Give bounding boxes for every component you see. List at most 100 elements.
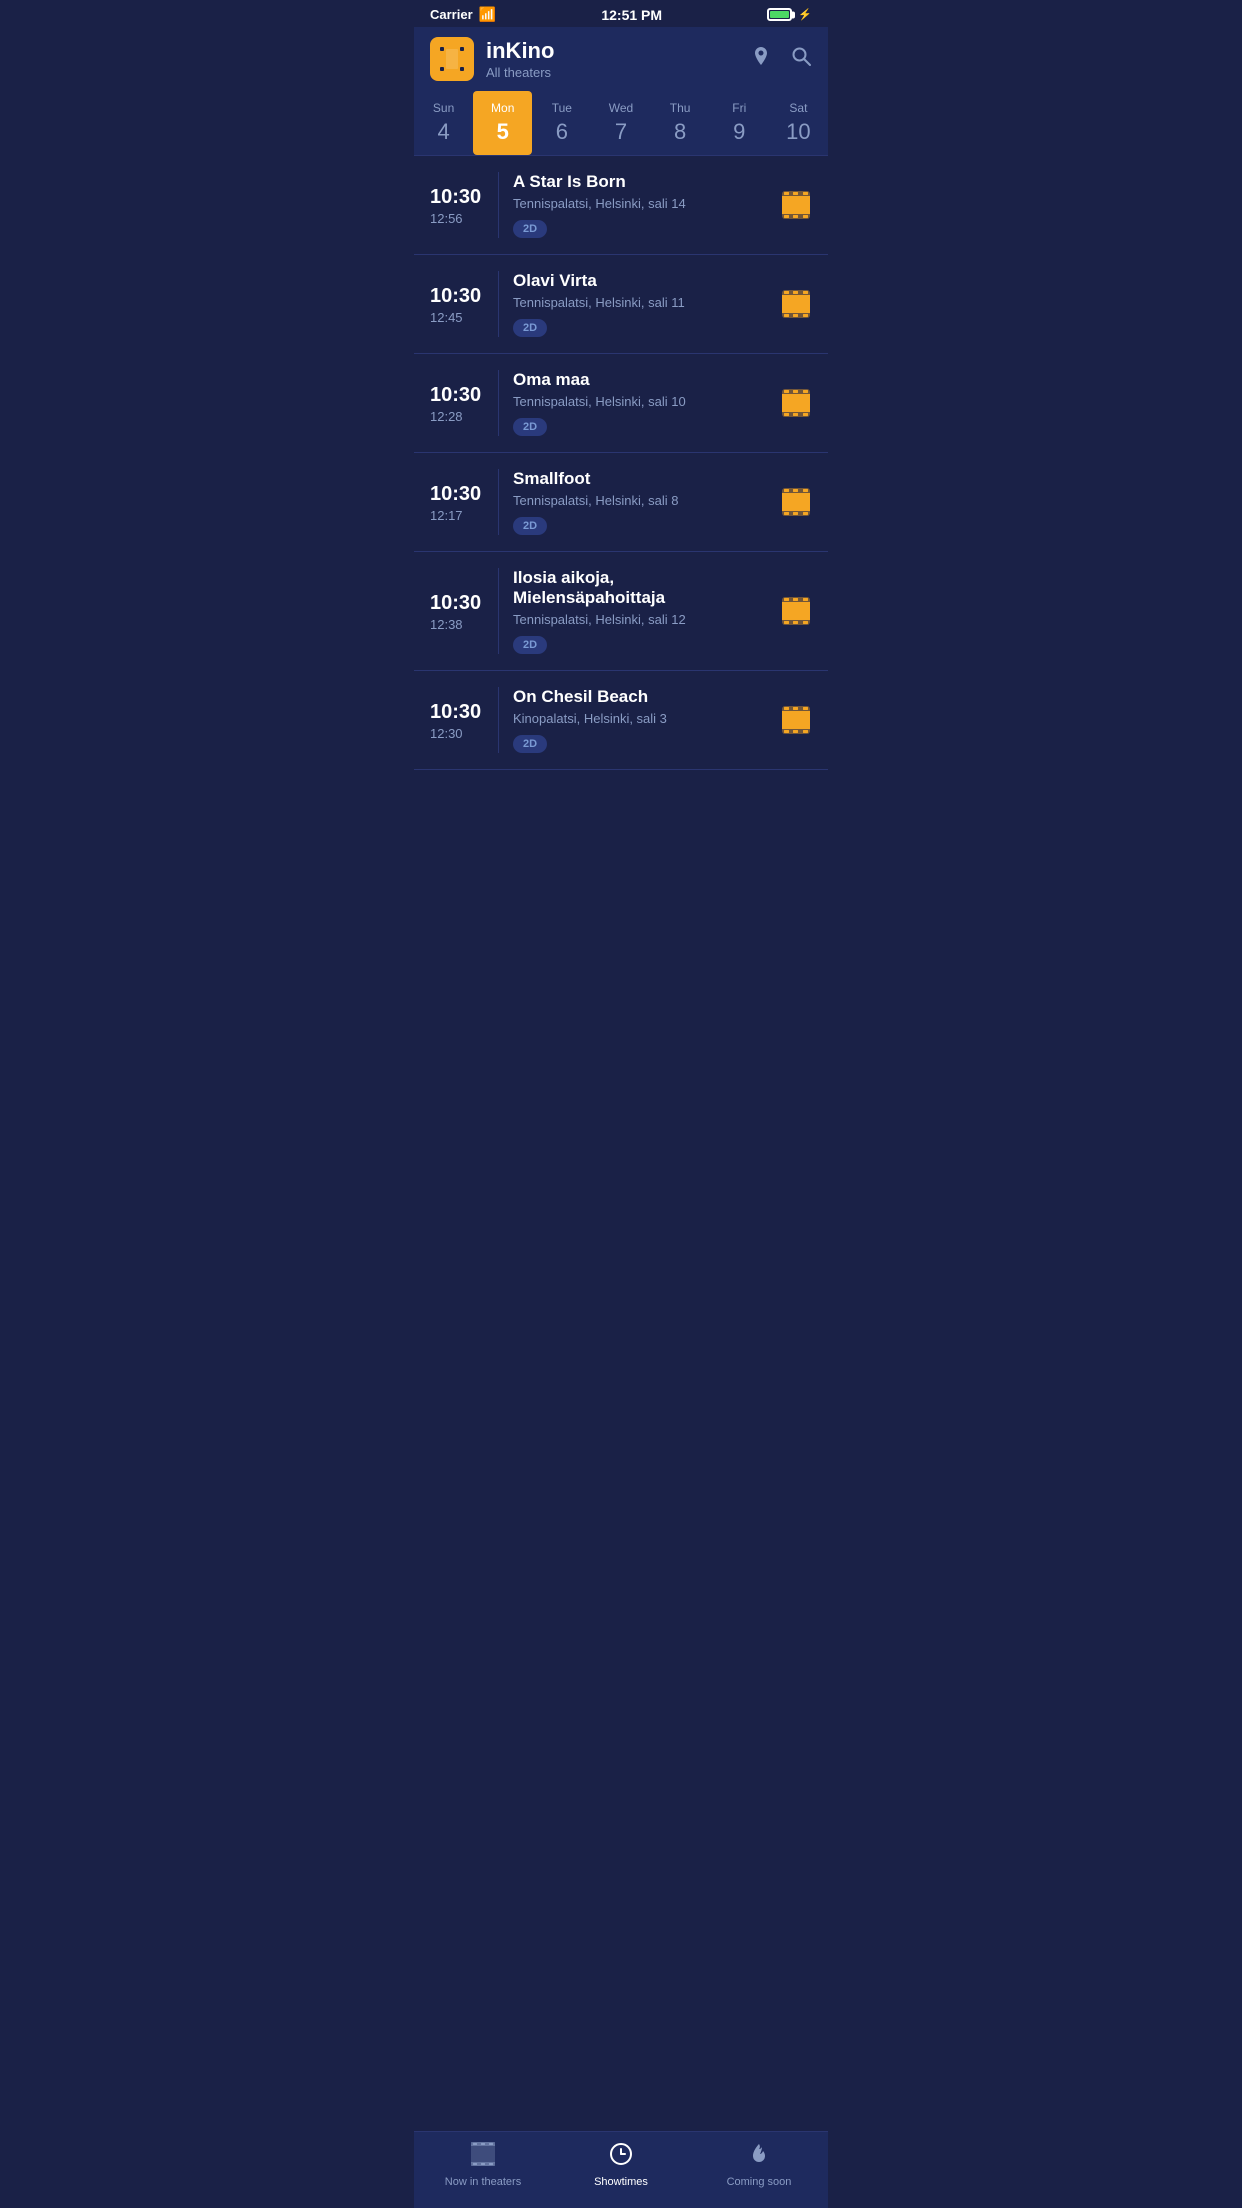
format-badge: 2D (513, 636, 547, 654)
day-item-wed[interactable]: Wed 7 (591, 91, 650, 155)
day-number: 4 (437, 119, 449, 145)
search-icon[interactable] (790, 45, 812, 73)
app-header: inKino All theaters (414, 27, 828, 91)
movie-title: Ilosia aikoja, Mielensäpahoittaja (513, 568, 770, 608)
showtimes-nav-label: Showtimes (594, 2176, 648, 2188)
end-time: 12:30 (430, 726, 463, 741)
day-item-mon[interactable]: Mon 5 (473, 91, 532, 155)
showtime-item[interactable]: 10:30 12:38 Ilosia aikoja, Mielensäpahoi… (414, 552, 828, 671)
now-in-theaters-nav-label: Now in theaters (445, 2176, 521, 2188)
film-icon (780, 704, 812, 736)
format-badge: 2D (513, 735, 547, 753)
carrier-label: Carrier (430, 7, 473, 22)
movie-venue: Kinopalatsi, Helsinki, sali 3 (513, 711, 770, 726)
movie-title: Smallfoot (513, 469, 770, 489)
app-name: inKino (486, 38, 738, 64)
movie-title: On Chesil Beach (513, 687, 770, 707)
movie-venue: Tennispalatsi, Helsinki, sali 11 (513, 295, 770, 310)
time-divider (498, 568, 499, 654)
now-in-theaters-nav-icon (471, 2142, 495, 2172)
movie-title: A Star Is Born (513, 172, 770, 192)
showtimes-nav-icon (609, 2142, 633, 2172)
showtime-list: 10:30 12:56 A Star Is Born Tennispalatsi… (414, 156, 828, 770)
day-name: Sat (789, 101, 807, 115)
showtime-item[interactable]: 10:30 12:28 Oma maa Tennispalatsi, Helsi… (414, 354, 828, 453)
nav-item-coming-soon[interactable]: Coming soon (690, 2142, 828, 2188)
time-block: 10:30 12:17 (430, 482, 498, 523)
film-icon (780, 486, 812, 518)
day-number: 6 (556, 119, 568, 145)
location-icon[interactable] (750, 45, 772, 73)
film-icon (780, 595, 812, 627)
time-divider (498, 172, 499, 238)
movie-venue: Tennispalatsi, Helsinki, sali 10 (513, 394, 770, 409)
day-item-tue[interactable]: Tue 6 (532, 91, 591, 155)
movie-info: Olavi Virta Tennispalatsi, Helsinki, sal… (513, 271, 770, 337)
movie-venue: Tennispalatsi, Helsinki, sali 12 (513, 612, 770, 627)
selected-theater: All theaters (486, 65, 738, 80)
end-time: 12:17 (430, 508, 463, 523)
movie-venue: Tennispalatsi, Helsinki, sali 8 (513, 493, 770, 508)
day-name: Wed (609, 101, 633, 115)
time-block: 10:30 12:45 (430, 284, 498, 325)
bottom-nav: Now in theaters Showtimes Coming soon (414, 2131, 828, 2208)
app-logo (430, 37, 474, 81)
start-time: 10:30 (430, 482, 481, 506)
day-item-thu[interactable]: Thu 8 (651, 91, 710, 155)
battery-icon (767, 8, 792, 21)
end-time: 12:56 (430, 211, 463, 226)
nav-item-now-in-theaters[interactable]: Now in theaters (414, 2142, 552, 2188)
film-icon (780, 387, 812, 419)
time-block: 10:30 12:28 (430, 383, 498, 424)
movie-venue: Tennispalatsi, Helsinki, sali 14 (513, 196, 770, 211)
status-time: 12:51 PM (601, 7, 662, 23)
header-icons (750, 45, 812, 73)
day-item-fri[interactable]: Fri 9 (710, 91, 769, 155)
day-number: 8 (674, 119, 686, 145)
start-time: 10:30 (430, 185, 481, 209)
showtime-item[interactable]: 10:30 12:17 Smallfoot Tennispalatsi, Hel… (414, 453, 828, 552)
end-time: 12:38 (430, 617, 463, 632)
time-divider (498, 469, 499, 535)
status-left: Carrier 📶 (430, 6, 496, 23)
time-block: 10:30 12:56 (430, 185, 498, 226)
movie-title: Olavi Virta (513, 271, 770, 291)
end-time: 12:45 (430, 310, 463, 325)
status-right: ⚡ (767, 8, 812, 21)
movie-info: Oma maa Tennispalatsi, Helsinki, sali 10… (513, 370, 770, 436)
movie-info: A Star Is Born Tennispalatsi, Helsinki, … (513, 172, 770, 238)
day-name: Thu (670, 101, 691, 115)
time-divider (498, 687, 499, 753)
status-bar: Carrier 📶 12:51 PM ⚡ (414, 0, 828, 27)
time-divider (498, 271, 499, 337)
day-number: 10 (786, 119, 810, 145)
end-time: 12:28 (430, 409, 463, 424)
main-content: 10:30 12:56 A Star Is Born Tennispalatsi… (414, 156, 828, 850)
movie-info: Ilosia aikoja, Mielensäpahoittaja Tennis… (513, 568, 770, 654)
showtime-item[interactable]: 10:30 12:30 On Chesil Beach Kinopalatsi,… (414, 671, 828, 770)
movie-title: Oma maa (513, 370, 770, 390)
time-block: 10:30 12:30 (430, 700, 498, 741)
day-number: 9 (733, 119, 745, 145)
day-item-sun[interactable]: Sun 4 (414, 91, 473, 155)
movie-info: Smallfoot Tennispalatsi, Helsinki, sali … (513, 469, 770, 535)
day-name: Sun (433, 101, 454, 115)
nav-item-showtimes[interactable]: Showtimes (552, 2142, 690, 2188)
format-badge: 2D (513, 517, 547, 535)
format-badge: 2D (513, 319, 547, 337)
day-name: Mon (491, 101, 514, 115)
film-icon (780, 288, 812, 320)
header-text: inKino All theaters (486, 38, 738, 80)
charging-icon: ⚡ (798, 8, 812, 21)
coming-soon-nav-label: Coming soon (727, 2176, 792, 2188)
start-time: 10:30 (430, 284, 481, 308)
coming-soon-nav-icon (747, 2142, 771, 2172)
showtime-item[interactable]: 10:30 12:56 A Star Is Born Tennispalatsi… (414, 156, 828, 255)
time-block: 10:30 12:38 (430, 591, 498, 632)
showtime-item[interactable]: 10:30 12:45 Olavi Virta Tennispalatsi, H… (414, 255, 828, 354)
day-number: 5 (497, 119, 509, 145)
day-item-sat[interactable]: Sat 10 (769, 91, 828, 155)
wifi-icon: 📶 (479, 6, 496, 23)
start-time: 10:30 (430, 591, 481, 615)
start-time: 10:30 (430, 700, 481, 724)
